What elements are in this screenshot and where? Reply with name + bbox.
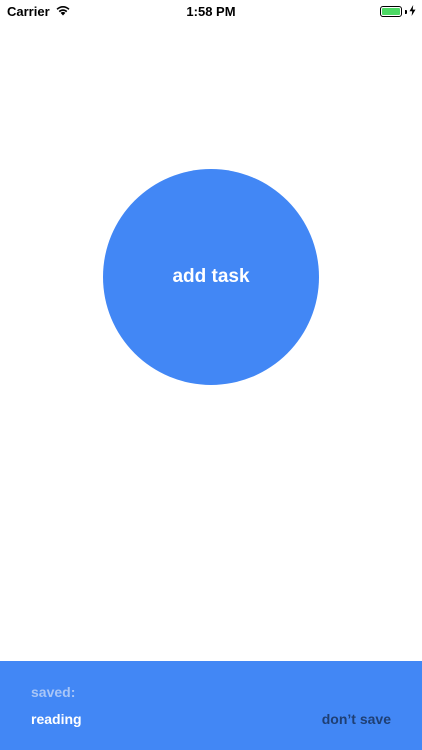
battery-fill (382, 8, 400, 15)
saved-label: saved: (31, 684, 76, 700)
charging-icon (409, 4, 416, 19)
add-task-button[interactable]: add task (103, 169, 319, 385)
dont-save-button[interactable]: don’t save (322, 711, 391, 727)
status-time: 1:58 PM (186, 4, 236, 19)
status-right (380, 4, 416, 19)
bottom-panel: saved: reading don’t save (0, 661, 422, 750)
battery-icon (380, 6, 402, 17)
status-bar: Carrier 1:58 PM (0, 0, 422, 22)
add-task-label: add task (172, 266, 250, 287)
battery-cap (405, 9, 407, 14)
saved-item[interactable]: reading (31, 711, 82, 727)
